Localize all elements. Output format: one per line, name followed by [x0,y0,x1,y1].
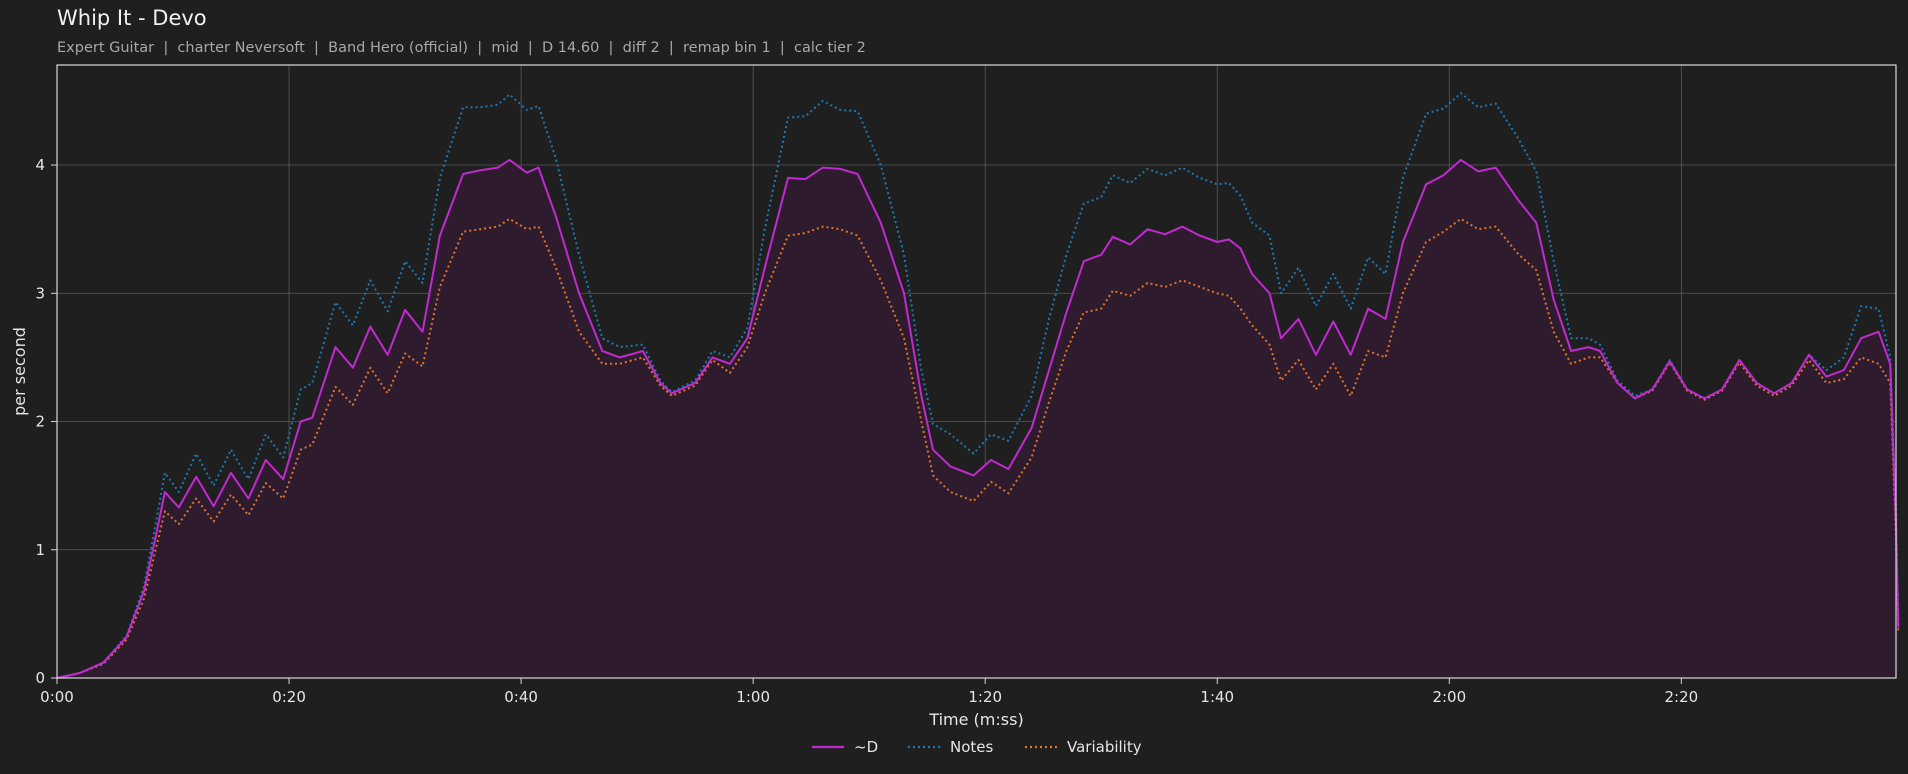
y-tick-label: 0 [35,669,45,687]
series-fill-d [57,159,1899,678]
x-axis-label: Time (m:ss) [928,710,1023,729]
y-tick-label: 1 [35,541,45,559]
x-tick-label: 1:40 [1200,688,1234,706]
legend-label-d: ~D [854,738,878,756]
y-axis-label: per second [10,327,29,416]
x-tick-label: 0:20 [272,688,306,706]
y-tick-label: 2 [35,413,45,431]
legend: ~D Notes Variability [812,738,1142,756]
x-tick-label: 2:20 [1665,688,1699,706]
legend-label-variability: Variability [1067,738,1142,756]
x-tick-label: 1:00 [736,688,770,706]
x-tick-label: 0:00 [40,688,74,706]
y-tick-label: 4 [35,156,45,174]
x-tick-label: 2:00 [1432,688,1466,706]
series-layer [56,92,1900,679]
x-tick-label: 0:40 [504,688,538,706]
chart-svg: 0:00 0:20 0:40 1:00 1:20 1:40 2:00 2:20 0 1 2 3 4 Ti… [10,64,1900,756]
y-tick-label: 3 [35,284,45,302]
legend-label-notes: Notes [950,738,994,756]
x-tick-label: 1:20 [968,688,1002,706]
